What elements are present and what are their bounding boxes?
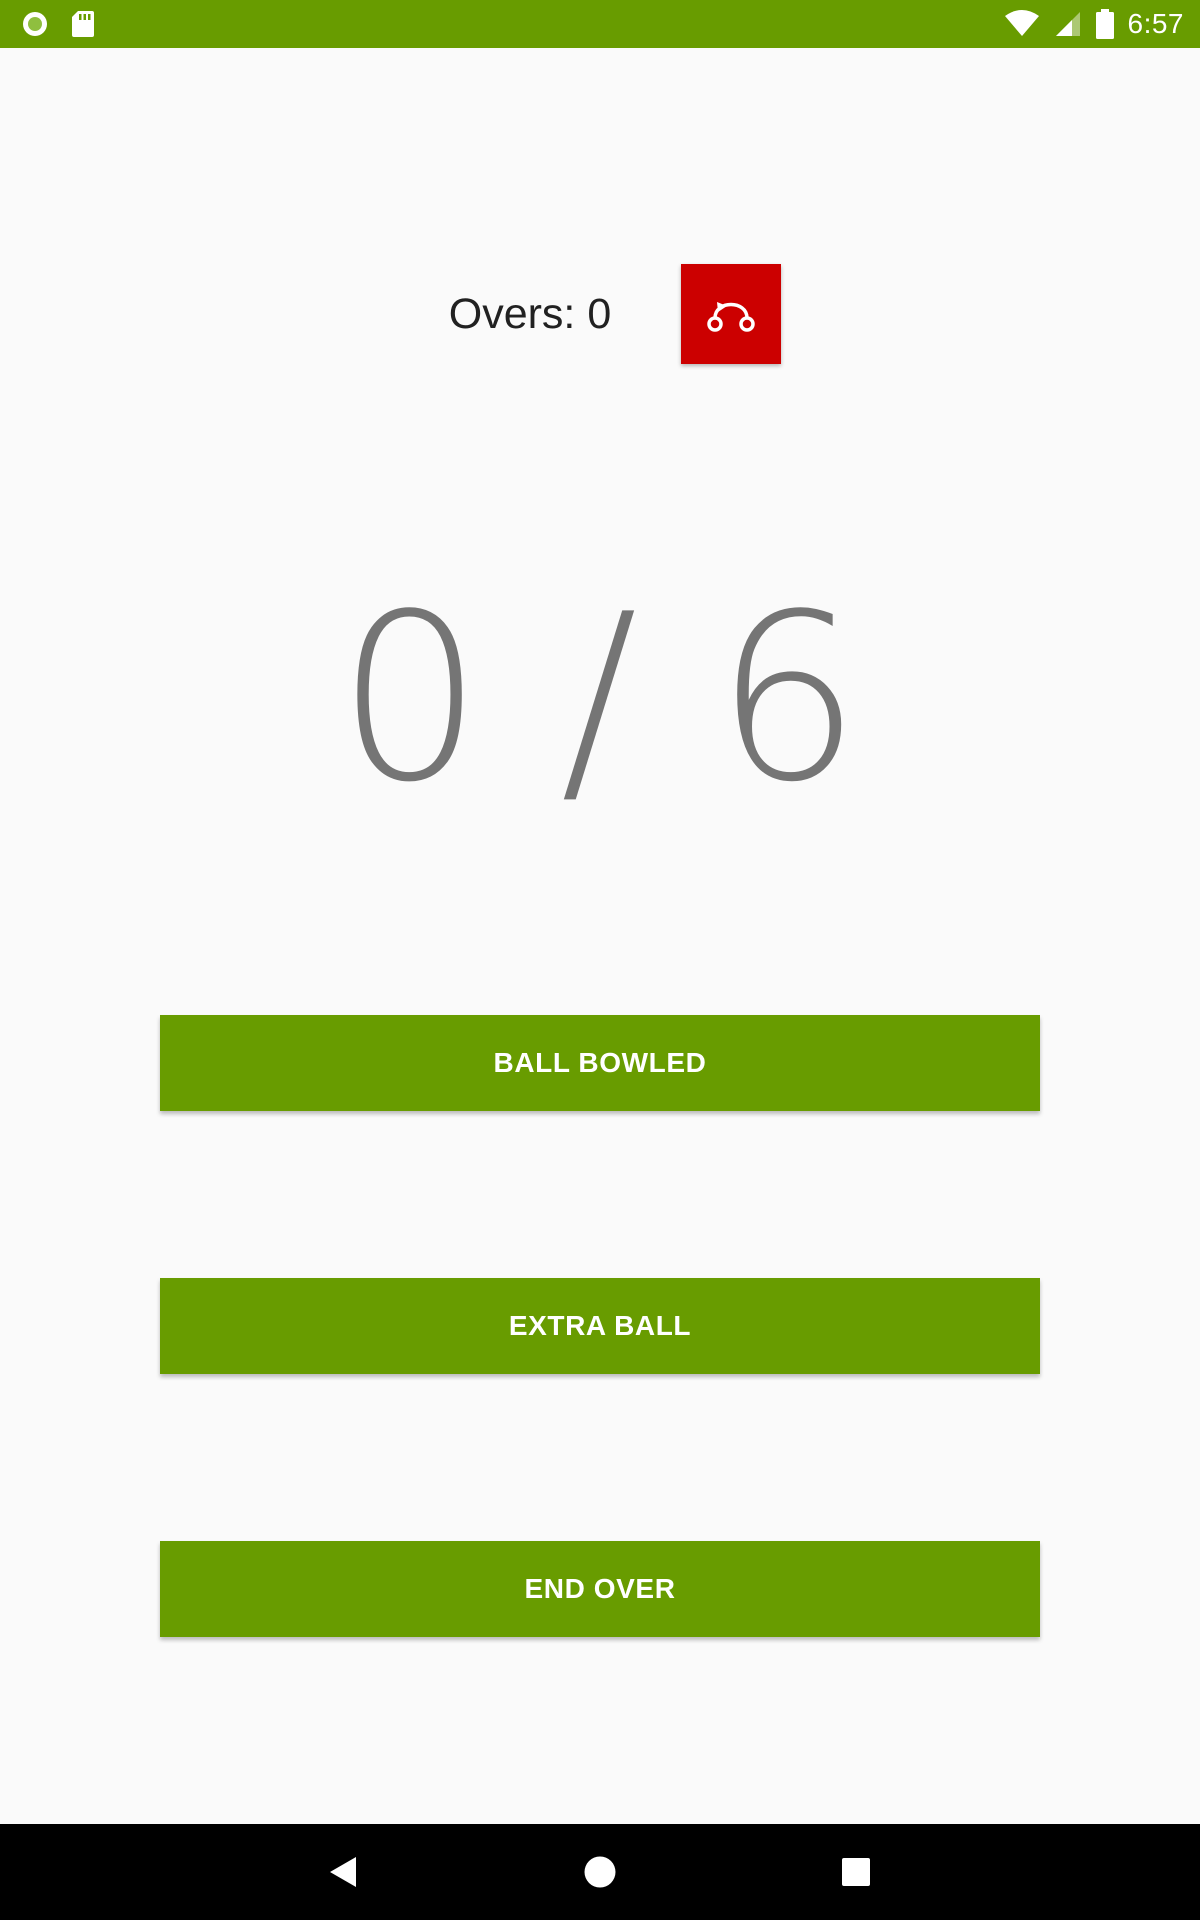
undo-button[interactable]	[681, 264, 781, 364]
app-screen: 6:57 Overs: 0 0 / 6 BALL BOWLED EXTRA BA…	[0, 0, 1200, 1920]
cell-signal-icon	[1054, 10, 1082, 38]
recents-icon	[840, 1856, 872, 1888]
status-right-icons: 6:57	[1004, 0, 1185, 48]
navigation-bar	[0, 1824, 1200, 1920]
battery-icon	[1095, 9, 1114, 39]
overs-row: Overs: 0	[0, 264, 1200, 364]
extra-ball-button[interactable]: EXTRA BALL	[160, 1278, 1040, 1374]
home-button[interactable]	[570, 1842, 630, 1902]
home-icon	[583, 1855, 617, 1889]
end-over-button[interactable]: END OVER	[160, 1541, 1040, 1637]
recents-button[interactable]	[826, 1842, 886, 1902]
ball-bowled-button[interactable]: BALL BOWLED	[160, 1015, 1040, 1111]
back-button[interactable]	[314, 1842, 374, 1902]
sd-card-icon	[70, 9, 96, 39]
back-icon	[328, 1855, 360, 1889]
overs-label: Overs: 0	[448, 290, 612, 338]
ball-counter: 0 / 6	[336, 566, 864, 833]
circle-notification-icon	[20, 9, 50, 39]
status-left-icons	[20, 0, 96, 48]
status-bar: 6:57	[0, 0, 1200, 48]
undo-icon	[701, 290, 761, 338]
wifi-icon	[1004, 10, 1040, 38]
status-time: 6:57	[1127, 8, 1184, 39]
